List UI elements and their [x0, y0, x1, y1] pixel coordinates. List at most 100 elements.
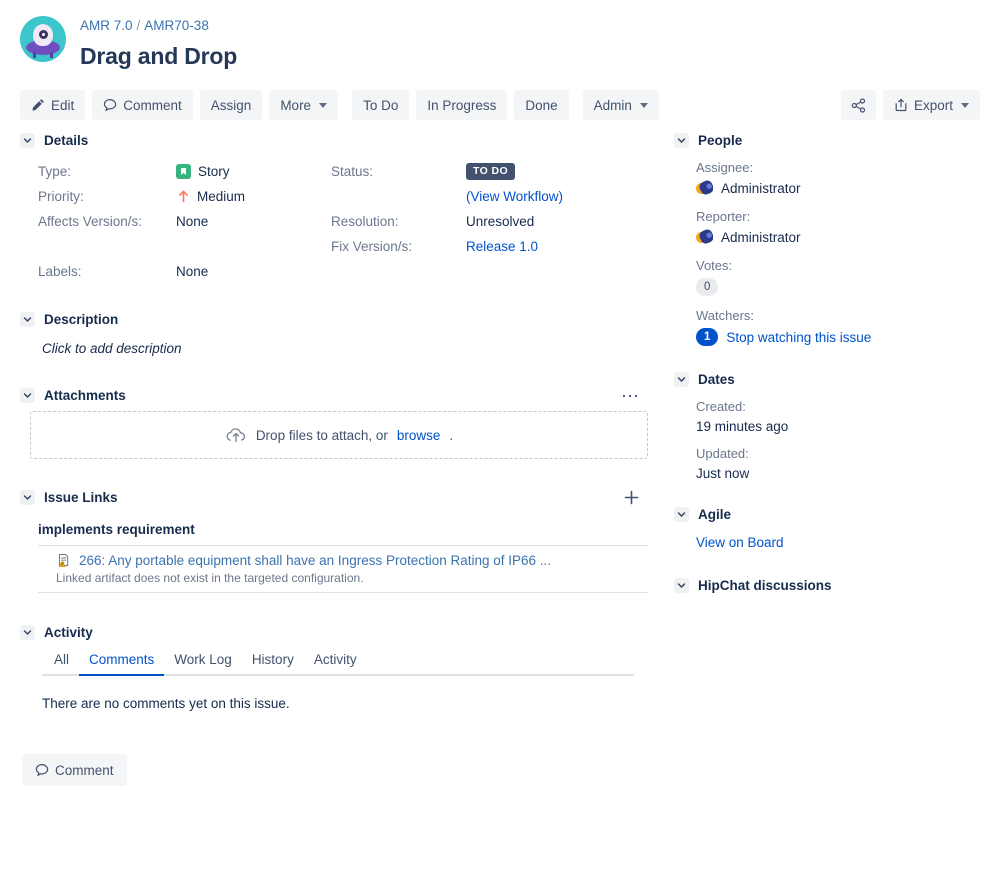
status-label: Status: — [331, 159, 466, 184]
reporter-avatar — [696, 229, 713, 246]
attachments-collapse-chevron-icon[interactable] — [20, 388, 35, 403]
project-avatar-ufo-icon — [20, 16, 66, 62]
bottom-comment-button-label: Comment — [55, 763, 114, 778]
labels-label: Labels: — [38, 259, 176, 284]
priority-medium-arrow-icon — [176, 189, 190, 204]
issue-links-section-title: Issue Links — [44, 490, 118, 505]
transition-done-label: Done — [525, 98, 557, 113]
reporter-label: Reporter: — [696, 209, 984, 224]
dates-collapse-chevron-icon[interactable] — [674, 372, 689, 387]
transition-todo-button[interactable]: To Do — [352, 90, 409, 120]
type-label: Type: — [38, 159, 176, 184]
assignee-label: Assignee: — [696, 160, 984, 175]
bottom-comment-button[interactable]: Comment — [22, 754, 127, 786]
watchers-value: 1 Stop watching this issue — [696, 328, 984, 346]
linked-issue-link[interactable]: 266: Any portable equipment shall have a… — [79, 553, 551, 568]
linked-artifact-warning-icon — [56, 553, 72, 568]
breadcrumb-project-link[interactable]: AMR 7.0 — [80, 18, 133, 33]
page-title: Drag and Drop — [80, 43, 237, 70]
details-section: Details Type: Story Status: TO DO Priori… — [20, 133, 652, 284]
reporter-name: Administrator — [721, 230, 801, 245]
dropzone-text: Drop files to attach, or — [256, 428, 388, 443]
grid-spacer-left — [38, 234, 176, 259]
details-collapse-chevron-icon[interactable] — [20, 133, 35, 148]
sidebar-gap-2 — [674, 481, 984, 507]
agile-collapse-chevron-icon[interactable] — [674, 507, 689, 522]
export-button-label: Export — [914, 98, 953, 113]
description-collapse-chevron-icon[interactable] — [20, 312, 35, 327]
affects-version-value: None — [176, 209, 331, 234]
share-icon — [851, 98, 866, 113]
transition-todo-label: To Do — [363, 98, 398, 113]
stop-watching-link[interactable]: Stop watching this issue — [726, 330, 871, 345]
tab-comments[interactable]: Comments — [79, 648, 164, 676]
agile-section: Agile View on Board — [674, 507, 984, 552]
attachments-section: Attachments ⋯ Drop files to attach, or b… — [20, 388, 652, 459]
hipchat-section-title: HipChat discussions — [698, 578, 832, 593]
assign-button[interactable]: Assign — [200, 90, 263, 120]
fix-version-link[interactable]: Release 1.0 — [466, 234, 538, 259]
dates-section-title: Dates — [698, 372, 735, 387]
updated-value: Just now — [696, 466, 984, 481]
workflow-spacer — [331, 184, 466, 209]
issue-links-collapse-chevron-icon[interactable] — [20, 490, 35, 505]
browse-link[interactable]: browse — [397, 428, 441, 443]
view-on-board-link[interactable]: View on Board — [696, 535, 784, 550]
priority-value: Medium — [176, 184, 331, 209]
people-section-title: People — [698, 133, 742, 148]
people-collapse-chevron-icon[interactable] — [674, 133, 689, 148]
agile-section-title: Agile — [698, 507, 731, 522]
issue-toolbar: Edit Comment Assign More To Do In Progre… — [20, 90, 980, 120]
tab-work-log[interactable]: Work Log — [164, 648, 242, 676]
sidebar-gap-1 — [674, 346, 984, 372]
transition-done-button[interactable]: Done — [514, 90, 568, 120]
updated-label: Updated: — [696, 446, 984, 461]
more-button-label: More — [280, 98, 311, 113]
export-button[interactable]: Export — [883, 90, 980, 120]
chevron-down-icon — [961, 103, 969, 108]
type-value: Story — [176, 159, 331, 184]
sidebar-gap-3 — [674, 552, 984, 578]
view-workflow-link[interactable]: (View Workflow) — [466, 184, 563, 209]
add-issue-link-icon[interactable] — [623, 489, 640, 506]
transition-in-progress-label: In Progress — [427, 98, 496, 113]
hipchat-section: HipChat discussions — [674, 578, 984, 593]
view-workflow-cell: (View Workflow) — [466, 184, 652, 209]
assignee-value[interactable]: Administrator — [696, 180, 984, 197]
resolution-label: Resolution: — [331, 209, 466, 234]
details-field-grid: Type: Story Status: TO DO Priority: — [20, 156, 652, 284]
issue-detail-page: AMR 7.0/AMR70-38 Drag and Drop Edit Comm… — [0, 0, 998, 886]
comment-button[interactable]: Comment — [92, 90, 193, 120]
more-button[interactable]: More — [269, 90, 338, 120]
status-badge: TO DO — [466, 163, 515, 180]
share-button[interactable] — [841, 90, 876, 120]
description-placeholder[interactable]: Click to add description — [42, 341, 182, 356]
story-type-icon — [176, 164, 191, 179]
tab-all[interactable]: All — [42, 648, 79, 676]
comment-button-label: Comment — [123, 98, 182, 113]
edit-button[interactable]: Edit — [20, 90, 85, 120]
created-value: 19 minutes ago — [696, 419, 984, 434]
activity-collapse-chevron-icon[interactable] — [20, 625, 35, 640]
priority-label: Priority: — [38, 184, 176, 209]
issue-link-row: 266: Any portable equipment shall have a… — [38, 545, 648, 593]
comment-bubble-icon — [103, 98, 117, 112]
hipchat-collapse-chevron-icon[interactable] — [674, 578, 689, 593]
attachments-dropzone[interactable]: Drop files to attach, or browse. — [30, 411, 648, 459]
attachments-more-options-icon[interactable]: ⋯ — [621, 391, 640, 401]
tab-activity[interactable]: Activity — [304, 648, 367, 676]
type-value-text: Story — [198, 159, 230, 184]
status-value: TO DO — [466, 159, 652, 184]
linked-issue-note: Linked artifact does not exist in the ta… — [38, 571, 648, 585]
votes-value: 0 — [696, 278, 984, 296]
chevron-down-icon — [640, 103, 648, 108]
issue-links-section: Issue Links implements requirement — [20, 489, 652, 593]
created-label: Created: — [696, 399, 984, 414]
tab-history[interactable]: History — [242, 648, 304, 676]
transition-in-progress-button[interactable]: In Progress — [416, 90, 507, 120]
assign-button-label: Assign — [211, 98, 252, 113]
breadcrumb-issue-link[interactable]: AMR70-38 — [144, 18, 209, 33]
admin-button[interactable]: Admin — [583, 90, 659, 120]
fix-version-label: Fix Version/s: — [331, 234, 466, 259]
reporter-value[interactable]: Administrator — [696, 229, 984, 246]
